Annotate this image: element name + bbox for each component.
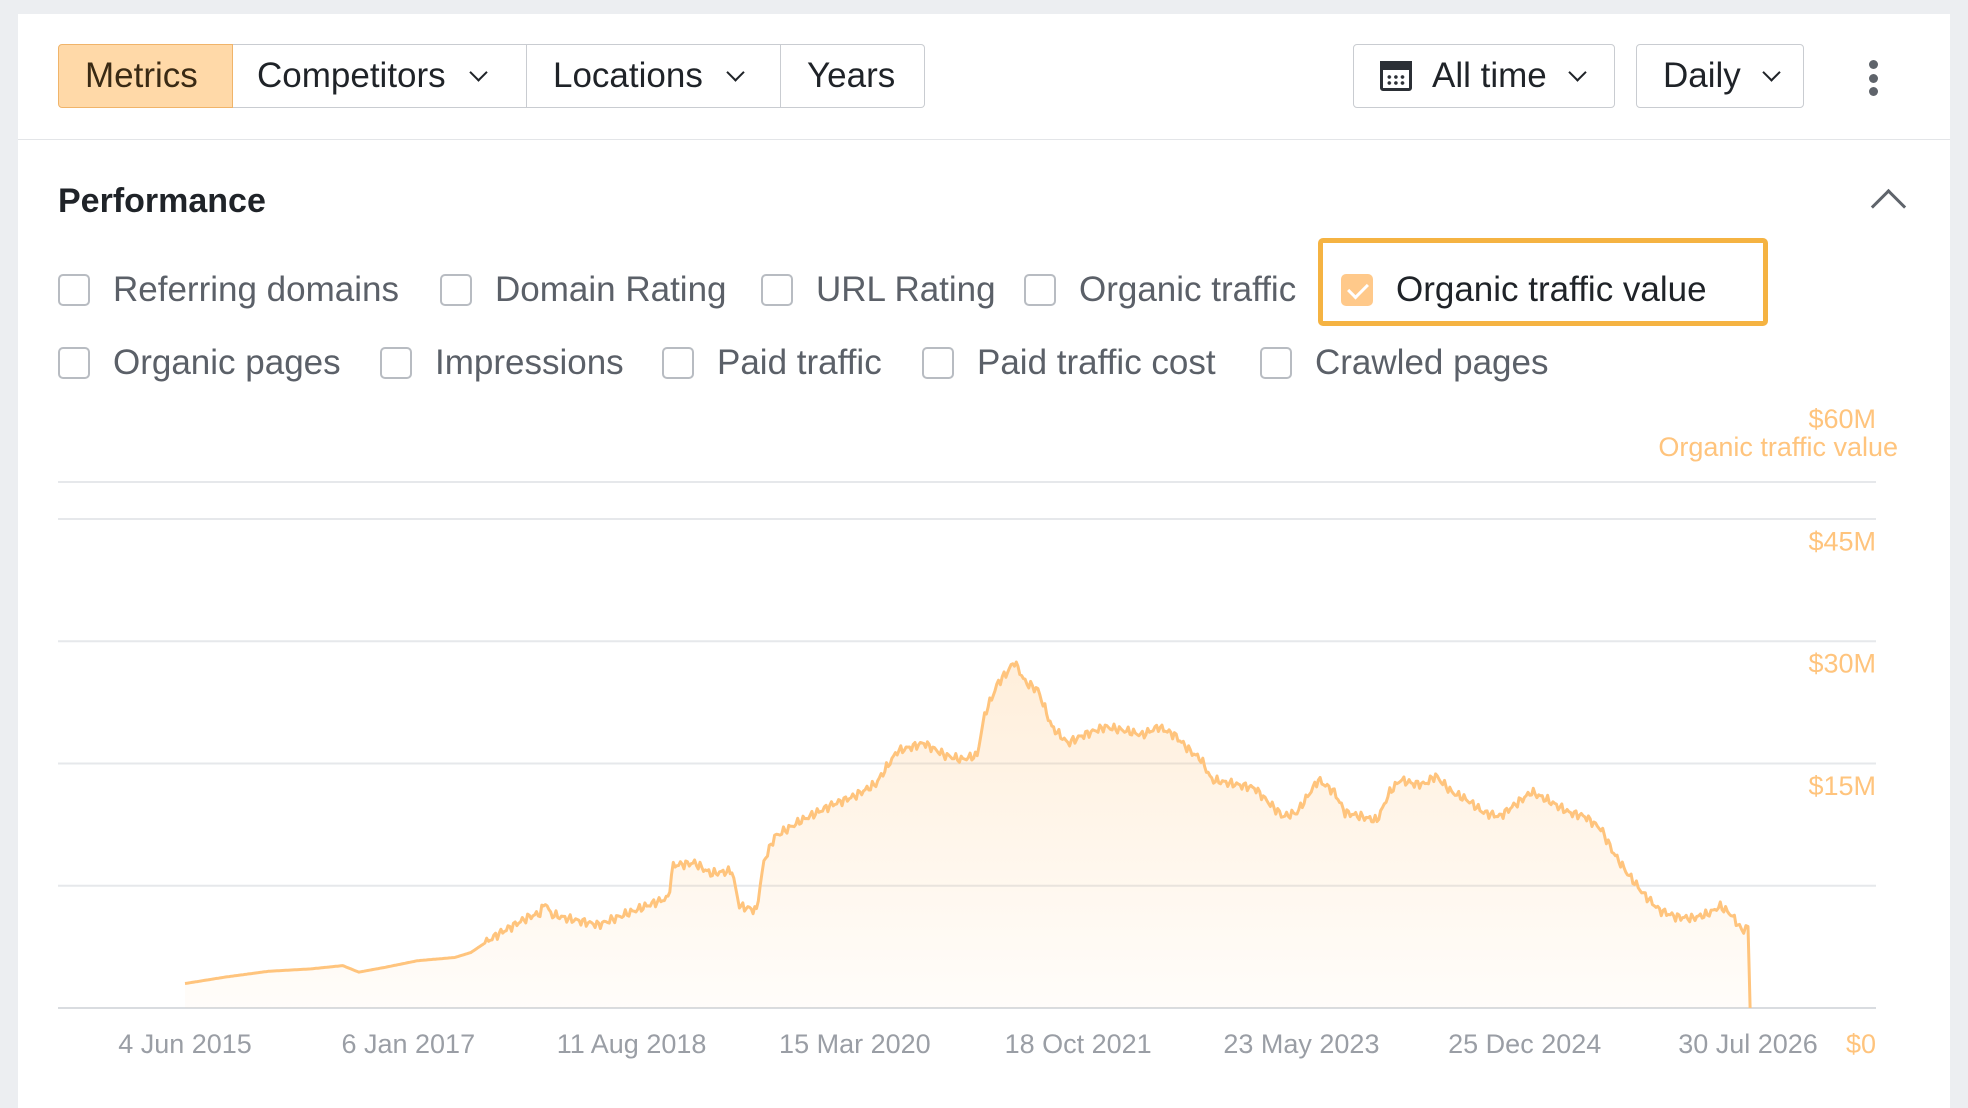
x-tick-label: 23 May 2023 (1223, 1029, 1379, 1059)
x-tick-label: 30 Jul 2026 (1678, 1029, 1818, 1059)
x-tick-label: 4 Jun 2015 (118, 1029, 252, 1059)
x-tick-label: 25 Dec 2024 (1448, 1029, 1601, 1059)
y-tick-label: $15M (1808, 771, 1876, 801)
x-tick-label: 18 Oct 2021 (1005, 1029, 1152, 1059)
y-tick-label: $0 (1846, 1029, 1876, 1059)
x-tick-label: 11 Aug 2018 (557, 1029, 707, 1059)
y-tick-label: $60M (1808, 404, 1876, 434)
series-area (185, 662, 1751, 1008)
y-tick-label: $30M (1808, 649, 1876, 679)
x-tick-label: 6 Jan 2017 (341, 1029, 475, 1059)
chart: $0 $15M $30M $45M $60M 4 Jun 2015 6 Jan 2017 11… (58, 404, 1876, 1059)
x-tick-label: 15 Mar 2020 (779, 1029, 931, 1059)
y-tick-label: $45M (1808, 526, 1876, 556)
performance-card: Metrics Competitors Locations Years All … (18, 14, 1950, 1108)
